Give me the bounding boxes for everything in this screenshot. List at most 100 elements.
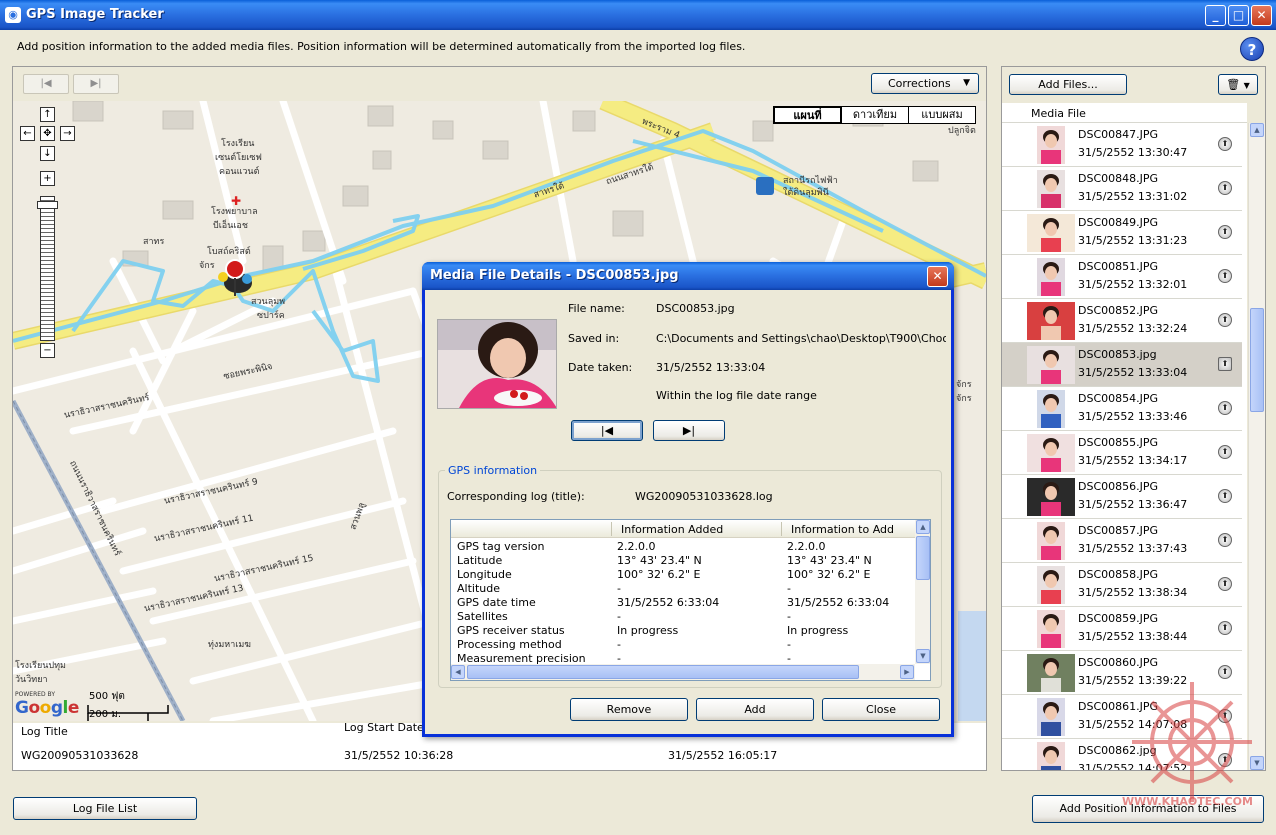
thumbnail [1037,390,1065,428]
photo-preview [437,319,557,409]
zoom-out-icon[interactable]: − [40,343,55,358]
gps-info-grid[interactable]: Information Added Information to Add GPS… [450,519,931,681]
pan-up-icon[interactable]: ↑ [40,107,55,122]
dialog-prev-button[interactable]: |◀ [571,420,643,441]
pan-right-icon[interactable]: → [60,126,75,141]
gps-pin-icon[interactable]: ⬆ [1218,137,1232,151]
media-list-header[interactable]: Media File [1002,103,1247,123]
grid-cell-added: - [617,638,621,651]
media-file-name: DSC00853.jpg [1078,348,1157,361]
list-item[interactable]: DSC00852.JPG 31/5/2552 13:32:24 ⬆ [1002,299,1242,343]
corrections-label: Corrections [888,77,951,90]
next-track-button[interactable]: ▶| [73,74,119,94]
list-item[interactable]: DSC00853.jpg 31/5/2552 13:33:04 ⬆ [1002,343,1242,387]
table-row[interactable]: Satellites - - [451,610,915,624]
scrollbar-thumb[interactable] [467,665,859,679]
pan-down-icon[interactable]: ↓ [40,146,55,161]
list-item[interactable]: DSC00855.JPG 31/5/2552 13:34:17 ⬆ [1002,431,1242,475]
thumbnail [1027,434,1075,472]
map-label: คอนแวนต์ [219,167,260,177]
table-row[interactable]: WG20090531033628 31/5/2552 10:36:28 31/5… [13,739,986,770]
gps-grid-header: Information Added Information to Add [451,520,915,538]
media-file-details-dialog: Media File Details - DSC00853.jpg ✕ File… [422,262,954,737]
table-row[interactable]: Processing method - - [451,638,915,652]
add-button[interactable]: Add [696,698,814,721]
list-item[interactable]: DSC00856.JPG 31/5/2552 13:36:47 ⬆ [1002,475,1242,519]
table-row[interactable]: GPS tag version 2.2.0.0 2.2.0.0 [451,540,915,554]
help-icon[interactable]: ? [1240,37,1264,61]
grid-cell-added: - [617,582,621,595]
chevron-down-icon: ▼ [1243,81,1250,90]
dialog-title-bar[interactable]: Media File Details - DSC00853.jpg ✕ [422,262,954,290]
gps-pin-icon[interactable]: ⬆ [1218,621,1232,635]
map-type-map[interactable]: แผนที่ [774,107,841,123]
thumbnail [1037,566,1065,604]
grid-vertical-scrollbar[interactable]: ▲ ▼ [915,520,930,664]
grid-cell-added: 13° 43' 23.4" N [617,554,702,567]
grid-horizontal-scrollbar[interactable]: ◀ ▶ [451,664,915,680]
scroll-up-icon[interactable]: ▲ [1250,123,1264,137]
prev-track-button[interactable]: |◀ [23,74,69,94]
log-title-header: Log Title [21,725,68,738]
map-type-satellite[interactable]: ดาวเทียม [841,107,908,123]
zoom-slider[interactable] [40,196,55,341]
zoom-slider-handle[interactable] [37,201,58,209]
title-bar[interactable]: ◉ GPS Image Tracker _ □ ✕ [0,0,1276,30]
scroll-left-icon[interactable]: ◀ [451,665,465,679]
dialog-close-icon[interactable]: ✕ [927,266,948,287]
table-row[interactable]: Latitude 13° 43' 23.4" N 13° 43' 23.4" N [451,554,915,568]
delete-dropdown-button[interactable]: 🗑 ▼ [1218,74,1258,95]
add-files-button[interactable]: Add Files... [1009,74,1127,95]
scrollbar-thumb[interactable] [916,536,930,580]
media-file-date: 31/5/2552 13:36:47 [1078,498,1188,511]
media-file-name: DSC00851.JPG [1078,260,1159,273]
table-row[interactable]: Longitude 100° 32' 6.2" E 100° 32' 6.2" E [451,568,915,582]
gps-pin-icon[interactable]: ⬆ [1218,269,1232,283]
list-item[interactable]: DSC00858.JPG 31/5/2552 13:38:34 ⬆ [1002,563,1242,607]
gps-pin-icon[interactable]: ⬆ [1218,313,1232,327]
scrollbar-thumb[interactable] [1250,308,1264,412]
media-file-name: DSC00859.JPG [1078,612,1159,625]
pan-left-icon[interactable]: ← [20,126,35,141]
list-item[interactable]: DSC00849.JPG 31/5/2552 13:31:23 ⬆ [1002,211,1242,255]
zoom-in-icon[interactable]: + [40,171,55,186]
scroll-up-icon[interactable]: ▲ [916,520,930,534]
map-type-selector[interactable]: แผนที่ ดาวเทียม แบบผสม [773,106,976,124]
table-row[interactable]: GPS receiver status In progress In progres… [451,624,915,638]
maximize-icon[interactable]: □ [1228,5,1249,26]
list-item[interactable]: DSC00857.JPG 31/5/2552 13:37:43 ⬆ [1002,519,1242,563]
scroll-right-icon[interactable]: ▶ [900,665,914,679]
list-item[interactable]: DSC00859.JPG 31/5/2552 13:38:44 ⬆ [1002,607,1242,651]
corresponding-log-value: WG20090531033628.log [635,490,773,503]
list-item[interactable]: DSC00854.JPG 31/5/2552 13:33:46 ⬆ [1002,387,1242,431]
list-item[interactable]: DSC00847.JPG 31/5/2552 13:30:47 ⬆ [1002,123,1242,167]
table-row[interactable]: Altitude - - [451,582,915,596]
remove-button[interactable]: Remove [570,698,688,721]
gps-pin-icon[interactable]: ⬆ [1218,225,1232,239]
table-row[interactable]: GPS date time 31/5/2552 6:33:04 31/5/2552 … [451,596,915,610]
close-button[interactable]: Close [822,698,940,721]
list-item[interactable]: DSC00848.JPG 31/5/2552 13:31:02 ⬆ [1002,167,1242,211]
gps-pin-icon[interactable]: ⬆ [1218,533,1232,547]
gps-pin-icon[interactable]: ⬆ [1218,577,1232,591]
scroll-down-icon[interactable]: ▼ [916,649,930,663]
media-file-column-header: Media File [1031,107,1086,120]
dialog-next-button[interactable]: ▶| [653,420,725,441]
log-file-list-button[interactable]: Log File List [13,797,197,820]
pan-center-icon[interactable]: ✥ [40,126,55,141]
google-logo[interactable]: Google [15,698,79,718]
map-label: เซนต์โยเซฟ [215,153,262,163]
corrections-dropdown[interactable]: Corrections ▼ [871,73,979,94]
map-type-hybrid[interactable]: แบบผสม [908,107,975,123]
media-file-name: DSC00848.JPG [1078,172,1159,185]
close-icon[interactable]: ✕ [1251,5,1272,26]
gps-pin-icon[interactable]: ⬆ [1218,489,1232,503]
gps-pin-icon[interactable]: ⬆ [1218,401,1232,415]
thumbnail [1037,170,1065,208]
thumbnail [1027,346,1075,384]
gps-pin-icon[interactable]: ⬆ [1218,181,1232,195]
gps-pin-icon[interactable]: ⬆ [1218,357,1232,371]
list-item[interactable]: DSC00851.JPG 31/5/2552 13:32:01 ⬆ [1002,255,1242,299]
minimize-icon[interactable]: _ [1205,5,1226,26]
gps-pin-icon[interactable]: ⬆ [1218,445,1232,459]
